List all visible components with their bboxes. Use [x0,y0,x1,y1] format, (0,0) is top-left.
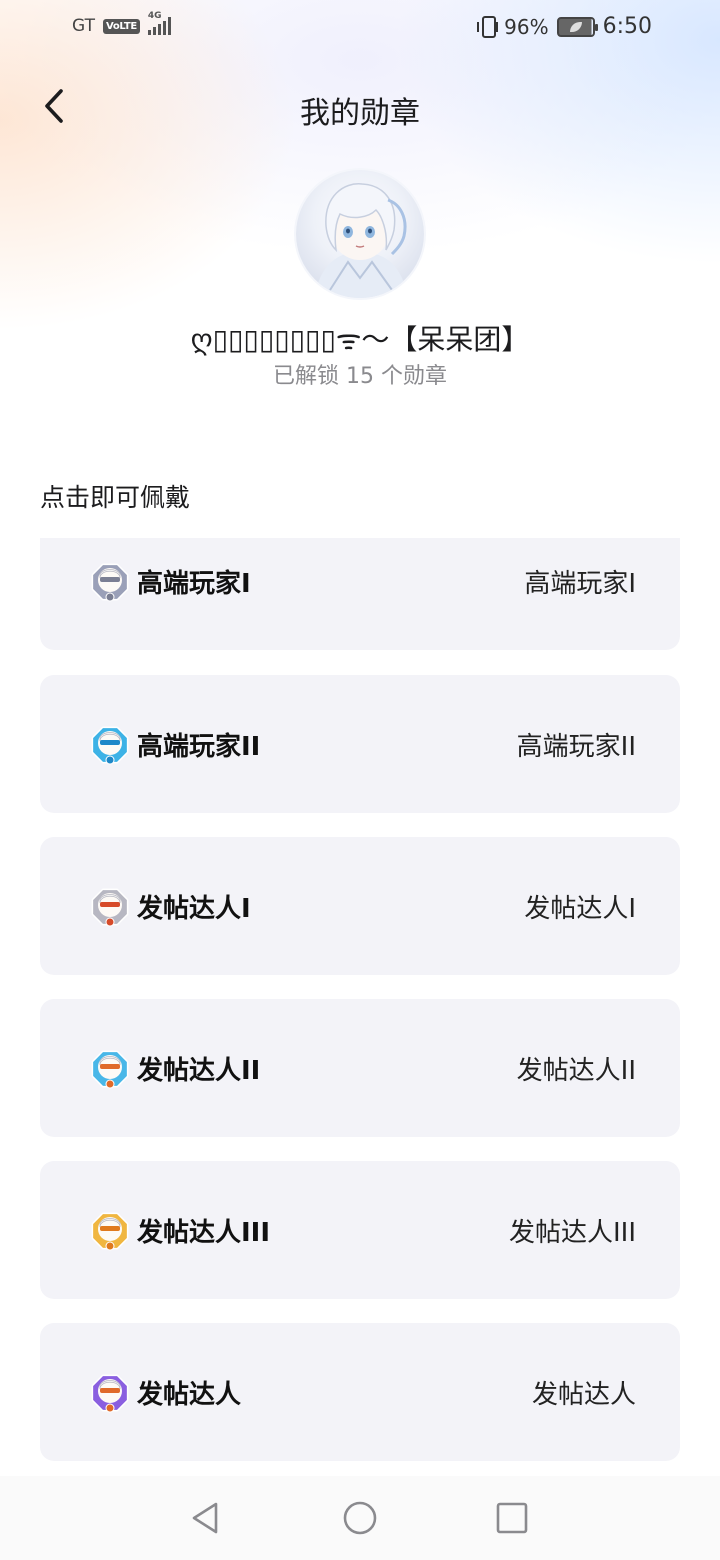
avatar-illustration [314,183,408,298]
medal-icon [88,1209,132,1253]
medal-icon [88,1371,132,1415]
user-nickname: ღ▯▯▯▯▯▯▯▯ᯤ〜【呆呆团】 [190,323,530,356]
medal-icon [88,560,132,604]
badge-status: 高端玩家II [516,732,636,762]
status-bar: GT VoLTE 4G 96% 6:50 [0,0,720,54]
badge-name: 发帖达人I [137,894,251,924]
top-navigation: 我的勋章 [0,60,720,152]
volte-badge: VoLTE [102,18,140,34]
badge-card[interactable]: 发帖达人 发帖达人 [40,1323,680,1461]
medal-icon [88,723,132,767]
carrier-label: GT [72,16,95,36]
badge-card[interactable]: 高端玩家I 高端玩家I [40,538,680,650]
badge-name: 发帖达人II [137,1056,261,1086]
nav-back-icon[interactable] [188,1500,224,1536]
badge-status: 高端玩家I [524,569,636,599]
signal-icon: 4G [147,11,171,35]
clock: 6:50 [602,14,652,39]
badge-name: 高端玩家II [137,732,261,762]
badge-card[interactable]: 高端玩家II 高端玩家II [40,675,680,813]
badge-name: 发帖达人 [137,1380,242,1410]
unlock-summary: 已解锁 15 个勋章 [273,364,447,389]
medal-icon [88,1047,132,1091]
nav-home-icon[interactable] [342,1500,378,1536]
nav-recent-apps-icon[interactable] [494,1500,530,1536]
battery-icon [556,16,598,37]
badge-status: 发帖达人II [516,1056,636,1086]
badge-status: 发帖达人III [508,1218,636,1248]
avatar[interactable] [296,170,424,298]
system-navigation-bar [0,1476,720,1560]
badge-status: 发帖达人 [531,1380,636,1410]
network-type-label: 4G [147,11,162,21]
badge-name: 发帖达人III [137,1218,271,1248]
badge-card[interactable]: 发帖达人I 发帖达人I [40,837,680,975]
badge-card[interactable]: 发帖达人III 发帖达人III [40,1161,680,1299]
status-bar-right: 96% 6:50 [477,14,652,39]
badge-card[interactable]: 发帖达人II 发帖达人II [40,999,680,1137]
section-title: 点击即可佩戴 [40,483,191,512]
battery-percent: 96% [504,14,549,39]
vibrate-icon [477,15,499,38]
page-title: 我的勋章 [300,96,420,131]
medal-icon [88,885,132,929]
badge-name: 高端玩家I [137,569,251,599]
badge-status: 发帖达人I [524,894,636,924]
badge-list[interactable]: 高端玩家I 高端玩家I 高端玩家II 高端玩家II 发帖达人I 发帖达人I 发帖… [0,538,720,1474]
status-bar-left: GT VoLTE 4G [72,11,171,36]
